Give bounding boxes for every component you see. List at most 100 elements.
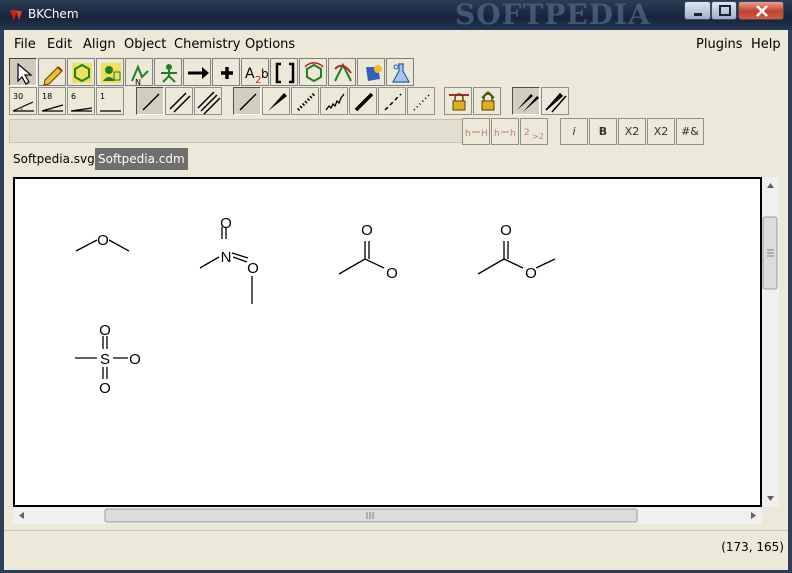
vector-mode-button[interactable] <box>328 58 356 86</box>
reaction-flask-icon <box>391 63 411 83</box>
lock-angle-icon <box>481 91 495 111</box>
rotate-button[interactable] <box>154 58 182 86</box>
menu-plugins[interactable]: Plugins <box>696 37 743 52</box>
atom-nitro-o2[interactable]: O <box>247 260 259 277</box>
dashed-bond-button[interactable] <box>378 87 406 115</box>
wavy-bond-icon <box>325 93 345 111</box>
special-chars-button[interactable]: #& <box>676 118 704 145</box>
horizontal-scrollbar[interactable] <box>13 507 762 524</box>
tab-softpedia-svg[interactable]: Softpedia.svg <box>10 148 98 170</box>
italic-button[interactable]: i <box>560 118 588 145</box>
svg-text:b: b <box>261 67 269 81</box>
svg-text:h: h <box>465 129 471 139</box>
menu-options[interactable]: Options <box>245 37 295 52</box>
select-mode-button[interactable] <box>9 58 37 86</box>
plus-mode-button[interactable] <box>212 58 240 86</box>
entry-field[interactable] <box>9 119 463 143</box>
draw-bond-icon: N <box>131 64 149 87</box>
hashed-bond-icon <box>296 92 316 112</box>
single-bond-button[interactable] <box>136 87 164 115</box>
text-mode-button[interactable]: A2b <box>241 58 269 86</box>
menu-help[interactable]: Help <box>751 37 781 52</box>
menu-chemistry[interactable]: Chemistry <box>174 37 241 52</box>
svg-text:h: h <box>494 129 500 139</box>
charge-button[interactable]: 2 >2 <box>520 118 548 145</box>
fix-length-button[interactable] <box>444 87 472 115</box>
edit-pencil-icon <box>43 66 63 86</box>
menu-edit[interactable]: Edit <box>47 37 72 52</box>
svg-text:>2: >2 <box>532 132 544 141</box>
atom-ether-o[interactable]: O <box>97 232 109 249</box>
vertical-scrollbar-graphics <box>762 183 778 501</box>
template-hexagon-icon <box>72 63 92 83</box>
molecules-drawing: O N O O O O O O S O O O <box>75 215 556 397</box>
dashed-bond-icon <box>384 93 402 111</box>
dotted-bond-button[interactable] <box>407 87 435 115</box>
wedge-bond-icon <box>268 93 287 111</box>
template-mode-button[interactable] <box>67 58 95 86</box>
window-title: BKChem <box>28 7 79 21</box>
hydrogen-off-button[interactable]: hh <box>491 118 519 145</box>
atom-sulf-o-top[interactable]: O <box>99 322 111 339</box>
triple-bond-icon <box>197 91 221 115</box>
hydrogen-on-button[interactable]: hH <box>462 118 490 145</box>
atom-nitro-o1[interactable]: O <box>220 215 232 232</box>
select-arrow-icon <box>17 62 33 85</box>
atom-sulf-o-right[interactable]: O <box>129 351 141 368</box>
subscript-button[interactable]: X2 <box>618 118 646 145</box>
svg-text:N: N <box>135 78 141 87</box>
bold-button[interactable]: B <box>589 118 617 145</box>
angle-6-button[interactable]: 6 <box>67 87 95 115</box>
edit-mode-button[interactable] <box>38 58 66 86</box>
user-template-icon <box>101 63 121 83</box>
atom-sulf-o-bottom[interactable]: O <box>99 380 111 397</box>
drawing-canvas[interactable]: O N O O O O O O S O O O <box>13 177 762 507</box>
mark-icon <box>366 65 382 81</box>
menu-file[interactable]: File <box>14 37 36 52</box>
atom-acid-o1[interactable]: O <box>361 222 373 239</box>
draw-bond-button[interactable]: N <box>125 58 153 87</box>
hashed-bond-button[interactable] <box>291 87 319 115</box>
double-bond-icon <box>169 92 191 113</box>
close-button[interactable] <box>738 1 784 20</box>
bond-side-left-button[interactable] <box>512 87 540 115</box>
atom-ester-o1[interactable]: O <box>500 222 512 239</box>
angle-6-icon: 6 <box>70 92 93 112</box>
bracket-mode-button[interactable] <box>270 58 298 86</box>
tab-softpedia-cdm[interactable]: Softpedia.cdm <box>95 148 188 170</box>
fix-angle-button[interactable] <box>473 87 501 115</box>
reaction-mode-button[interactable] <box>386 58 414 86</box>
single-bond-icon <box>142 93 160 111</box>
angle-30-button[interactable]: 30 <box>9 87 37 115</box>
vertical-scrollbar[interactable] <box>762 177 779 507</box>
atom-sulfur[interactable]: S <box>100 351 110 368</box>
atom-nitro-n[interactable]: N <box>221 249 232 266</box>
normal-bond-icon <box>239 93 257 111</box>
triple-bond-button[interactable] <box>194 87 222 115</box>
mark-mode-button[interactable] <box>357 58 385 86</box>
bold-bond-button[interactable] <box>349 87 377 115</box>
minimize-button[interactable] <box>684 1 711 20</box>
title-bar: BKChem SOFTPEDIA <box>0 0 792 31</box>
cursor-coordinates: (173, 165) <box>721 540 784 554</box>
angle-18-label: 18 <box>42 92 52 101</box>
double-wedge-icon <box>517 94 539 112</box>
menu-align[interactable]: Align <box>83 37 116 52</box>
angle-1-button[interactable]: 1 <box>96 87 124 115</box>
bracket-icon <box>275 62 295 84</box>
superscript-button[interactable]: X2 <box>647 118 675 145</box>
normal-bond-button[interactable] <box>233 87 261 115</box>
atom-acid-o2[interactable]: O <box>386 265 398 282</box>
ring-mode-button[interactable] <box>299 58 327 86</box>
arrow-mode-button[interactable] <box>183 58 211 86</box>
maximize-button[interactable] <box>711 1 737 20</box>
wavy-bond-button[interactable] <box>320 87 348 115</box>
user-template-button[interactable] <box>96 58 124 86</box>
atom-ester-o2[interactable]: O <box>525 265 537 282</box>
angle-18-icon: 18 <box>41 92 64 112</box>
menu-object[interactable]: Object <box>124 37 166 52</box>
double-bond-button[interactable] <box>165 87 193 115</box>
wedge-bond-button[interactable] <box>262 87 290 115</box>
angle-18-button[interactable]: 18 <box>38 87 66 115</box>
bond-side-right-button[interactable] <box>541 87 569 115</box>
